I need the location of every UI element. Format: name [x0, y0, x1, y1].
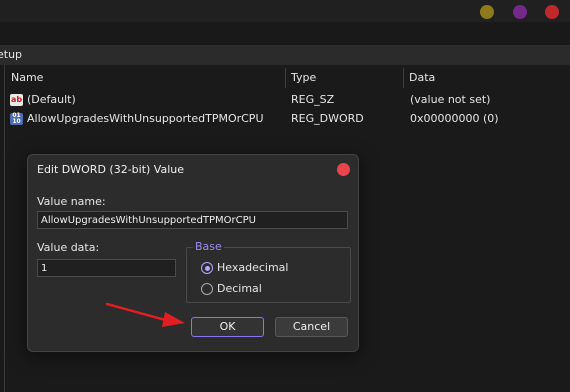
key-path-text: etup — [0, 48, 23, 61]
table-row[interactable]: ab (Default) REG_SZ (value not set) — [5, 91, 570, 109]
column-header-name[interactable]: Name — [5, 68, 43, 88]
value-name-label: Value name: — [37, 195, 106, 208]
table-row[interactable]: 01 10 AllowUpgradesWithUnsupportedTPMOrCP… — [5, 110, 570, 128]
hexadecimal-radio-label: Hexadecimal — [217, 261, 289, 274]
cancel-button[interactable]: Cancel — [275, 317, 348, 337]
base-group: Base Hexadecimal Decimal — [186, 240, 351, 303]
edit-dword-dialog: Edit DWORD (32-bit) Value Value name: Al… — [27, 154, 359, 352]
base-group-label: Base — [193, 240, 224, 253]
radio-checked-icon — [201, 262, 213, 274]
list-header: Name Type Data — [5, 68, 570, 88]
value-data: 0x00000000 (0) — [410, 112, 499, 125]
address-bar[interactable] — [0, 22, 570, 45]
radio-unchecked-icon — [201, 283, 213, 295]
ok-button[interactable]: OK — [191, 317, 264, 337]
close-icon[interactable] — [337, 163, 350, 176]
value-data-label: Value data: — [37, 241, 100, 254]
binary-value-icon: 01 10 — [10, 113, 23, 125]
window-close-dot[interactable] — [545, 5, 559, 19]
column-header-type[interactable]: Type — [285, 68, 316, 88]
string-value-icon: ab — [10, 94, 23, 106]
annotation-arrow-icon — [105, 302, 185, 327]
value-type: REG_DWORD — [291, 112, 364, 125]
dialog-title: Edit DWORD (32-bit) Value — [37, 163, 185, 176]
key-path-bar: etup — [0, 45, 570, 65]
window-minimize-dot[interactable] — [480, 5, 494, 19]
value-name: AllowUpgradesWithUnsupportedTPMOrCPU — [27, 112, 264, 125]
window-maximize-dot[interactable] — [513, 5, 527, 19]
value-data: (value not set) — [410, 93, 491, 106]
value-data-field[interactable]: 1 — [37, 259, 176, 277]
value-type: REG_SZ — [291, 93, 335, 106]
value-name-field[interactable]: AllowUpgradesWithUnsupportedTPMOrCPU — [37, 211, 348, 229]
value-name: (Default) — [27, 93, 76, 106]
column-header-data[interactable]: Data — [403, 68, 435, 88]
title-bar — [0, 0, 570, 22]
decimal-radio-label: Decimal — [217, 282, 262, 295]
